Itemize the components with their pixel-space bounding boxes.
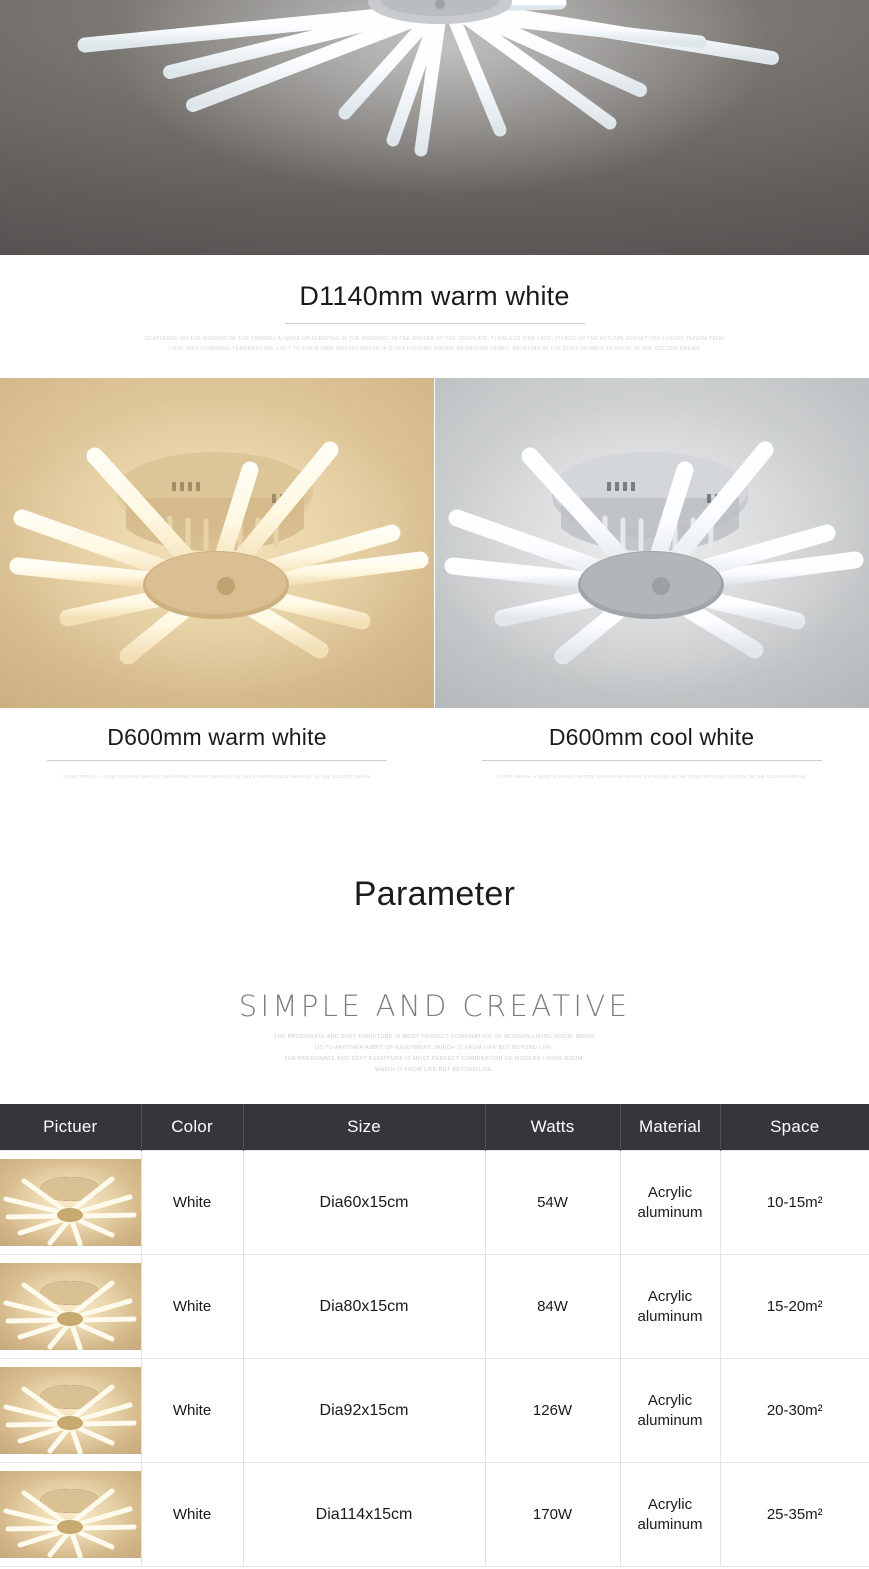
duo-image-row	[0, 378, 869, 708]
row-thumbnail-cell	[0, 1462, 142, 1568]
parameter-heading: Parameter	[353, 875, 516, 914]
row-size: Dia114x15cm	[242, 1462, 486, 1568]
spec-header-watts: Watts	[485, 1103, 621, 1151]
row-color: White	[140, 1254, 244, 1360]
caption-cool-sub: START FRESH, A QUIET EVENING WATER, REMA…	[497, 774, 806, 779]
hero-caption-rule	[284, 323, 585, 324]
table-row-2: White Dia80x15cm 84W Acrylic aluminum 15…	[0, 1254, 869, 1360]
row-watts: 54W	[484, 1150, 621, 1256]
cool-lamp-illustration	[434, 396, 869, 696]
row-color: White	[140, 1358, 244, 1464]
parameter-section: Parameter SIMPLE AND CREATIVE THE PASSIO…	[0, 797, 869, 1075]
row-space: 25-35m²	[719, 1462, 869, 1568]
spec-header-size: Size	[243, 1103, 486, 1151]
product-thumbnail	[0, 1151, 141, 1254]
spec-table: Pictuer Color Size Watts Material Space	[0, 1103, 869, 1568]
row-material: Acrylic aluminum	[619, 1150, 721, 1256]
caption-warm-white: D600mm warm white START FRESH, A QUIET E…	[0, 708, 434, 798]
caption-cool-title: D600mm cool white	[548, 724, 755, 750]
thumbnail-lamp-icon	[2, 1367, 138, 1455]
row-color: White	[140, 1462, 244, 1568]
simple-creative-subline-2: US TO ANOTHER AMBIT OF ENJOYMENT, WHICH …	[315, 1045, 554, 1052]
row-watts: 126W	[484, 1358, 621, 1464]
thumbnail-lamp-icon	[2, 1471, 138, 1559]
caption-cool-white: D600mm cool white START FRESH, A QUIET E…	[434, 708, 869, 798]
row-material: Acrylic aluminum	[619, 1254, 721, 1360]
row-size: Dia60x15cm	[242, 1150, 486, 1256]
row-size: Dia80x15cm	[242, 1254, 486, 1360]
row-watts: 170W	[484, 1462, 621, 1568]
duo-caption-row: D600mm warm white START FRESH, A QUIET E…	[0, 708, 869, 798]
row-space: 15-20m²	[719, 1254, 869, 1360]
row-space: 10-15m²	[719, 1150, 869, 1256]
row-watts: 84W	[484, 1254, 621, 1360]
row-size: Dia92x15cm	[242, 1358, 486, 1464]
spec-table-header-row: Pictuer Color Size Watts Material Space	[0, 1103, 869, 1151]
table-row-3: White Dia92x15cm 126W Acrylic aluminum 2…	[0, 1358, 869, 1464]
hero-caption-title: D1140mm warm white	[299, 281, 570, 311]
table-row-4: White Dia114x15cm 170W Acrylic aluminum …	[0, 1462, 869, 1568]
spec-header-color: Color	[141, 1103, 244, 1151]
simple-creative-subline-4: WHICH IS FROM LIFE BUT BEYOND LIFE.	[375, 1066, 494, 1073]
warm-lamp-illustration	[0, 396, 434, 696]
hero-image	[0, 0, 869, 255]
hero-caption-subline-1: SCATTERED ON THE WINDOW OF THE UMBRELLA,…	[144, 336, 725, 342]
row-thumbnail-cell	[0, 1254, 142, 1360]
table-row-1: White Dia60x15cm 54W Acrylic aluminum 10…	[0, 1150, 869, 1256]
row-thumbnail-cell	[0, 1358, 142, 1464]
row-space: 20-30m²	[719, 1358, 869, 1464]
product-thumbnail	[0, 1255, 141, 1358]
simple-creative-subline-1: THE PASSIONATE AND SOFT FURNITURE IS MOS…	[274, 1034, 595, 1041]
simple-creative-subline-3: THE PASSIONATE AND SOFT FURNITURE IS MOS…	[284, 1056, 585, 1063]
row-color: White	[140, 1150, 244, 1256]
spec-header-pictuer: Pictuer	[0, 1103, 142, 1151]
thumbnail-lamp-icon	[2, 1159, 138, 1247]
product-thumbnail	[0, 1463, 141, 1566]
thumbnail-lamp-icon	[2, 1263, 138, 1351]
caption-cool-rule	[481, 760, 822, 761]
row-thumbnail-cell	[0, 1150, 142, 1256]
product-thumbnail	[0, 1359, 141, 1462]
caption-warm-rule	[47, 760, 387, 761]
row-material: Acrylic aluminum	[619, 1358, 721, 1464]
hero-caption-subline-2: LOVE THIS CHARMING TEMPERATURE, LEFT TO …	[169, 345, 700, 352]
caption-warm-sub: START FRESH, A QUIET EVENING WATER, REMA…	[63, 774, 371, 779]
spec-header-space: Space	[720, 1103, 869, 1151]
hero-lamp-illustration	[77, 0, 779, 195]
row-material: Acrylic aluminum	[619, 1462, 721, 1568]
product-image-cool-white	[434, 378, 869, 708]
hero-caption-block: D1140mm warm white SCATTERED ON THE WIND…	[0, 255, 869, 378]
spec-header-material: Material	[620, 1103, 721, 1151]
caption-warm-title: D600mm warm white	[107, 724, 327, 750]
simple-creative-heading: SIMPLE AND CREATIVE	[238, 989, 631, 1024]
product-image-warm-white	[0, 378, 434, 708]
